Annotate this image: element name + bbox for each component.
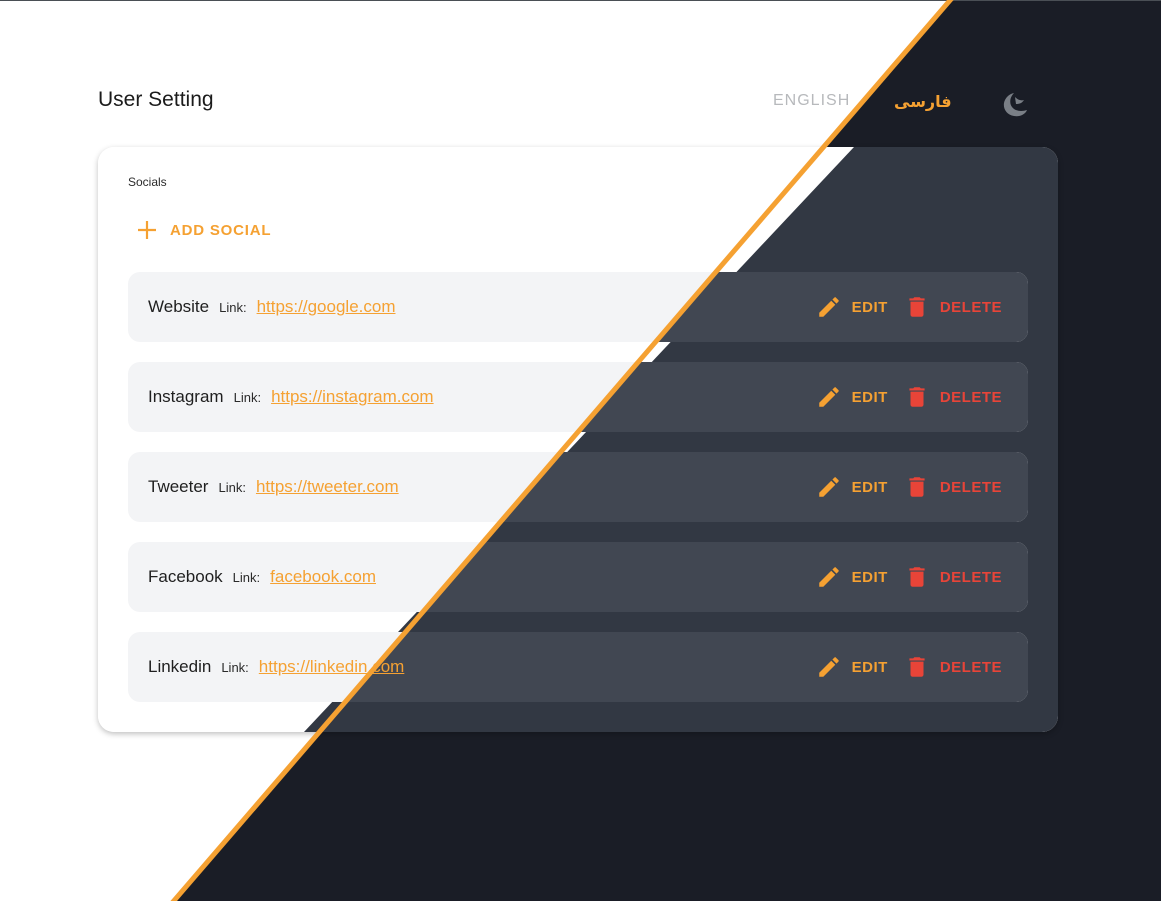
trash-icon xyxy=(909,297,925,317)
social-row: Instagram Link: https://instagram.com ED… xyxy=(128,362,1028,432)
pencil-icon xyxy=(818,657,839,677)
trash-icon xyxy=(909,387,925,407)
delete-button[interactable]: DELETE xyxy=(904,294,1002,320)
trash-icon xyxy=(909,657,925,677)
social-url-link[interactable]: https://linkedin.com xyxy=(259,657,405,677)
edit-button[interactable]: EDIT xyxy=(816,654,888,680)
social-name: Facebook xyxy=(148,567,223,586)
page-title: User Setting xyxy=(98,88,214,111)
pencil-icon xyxy=(818,387,839,407)
pencil-icon xyxy=(818,477,839,497)
link-label: Link: xyxy=(219,299,247,315)
edit-button[interactable]: EDIT xyxy=(816,474,888,500)
edit-button[interactable]: EDIT xyxy=(816,384,888,410)
add-social-label: ADD SOCIAL xyxy=(170,221,272,239)
delete-label: DELETE xyxy=(939,478,1002,496)
card-content: Socials ADD SOCIAL Website Link: https:/… xyxy=(98,147,1058,732)
plus-icon xyxy=(138,221,156,239)
social-row: Facebook Link: facebook.com EDIT DELETE xyxy=(128,542,1028,612)
social-row: Website Link: https://google.com EDIT DE… xyxy=(128,272,1028,342)
social-name: Tweeter xyxy=(148,477,209,496)
edit-label: EDIT xyxy=(851,658,888,676)
edit-button[interactable]: EDIT xyxy=(816,564,888,590)
edit-button[interactable]: EDIT xyxy=(816,294,888,320)
section-label: Socials xyxy=(128,175,167,189)
delete-label: DELETE xyxy=(939,568,1002,586)
delete-button[interactable]: DELETE xyxy=(904,384,1002,410)
delete-label: DELETE xyxy=(939,298,1002,316)
delete-button[interactable]: DELETE xyxy=(904,654,1002,680)
link-label: Link: xyxy=(232,569,261,585)
social-row: Linkedin Link: https://linkedin.com EDIT… xyxy=(128,632,1028,702)
language-english-button[interactable]: ENGLISH xyxy=(773,92,850,110)
trash-icon xyxy=(909,567,925,587)
social-name: Instagram xyxy=(148,387,224,406)
link-label: Link: xyxy=(233,389,262,405)
delete-button[interactable]: DELETE xyxy=(904,474,1002,500)
row-actions: EDIT DELETE xyxy=(816,452,1002,522)
settings-page: User Setting ENGLISH فارسی Socials ADD S… xyxy=(0,0,1161,901)
language-farsi-button[interactable]: فارسی xyxy=(894,92,952,112)
theme-toggle-button[interactable] xyxy=(1000,89,1030,119)
socials-card: Socials ADD SOCIAL Website Link: https:/… xyxy=(98,147,1058,732)
top-border xyxy=(0,0,1161,1)
edit-label: EDIT xyxy=(851,568,888,586)
moon-icon xyxy=(1003,93,1027,117)
edit-label: EDIT xyxy=(851,478,888,496)
social-name: Website xyxy=(148,297,210,316)
row-actions: EDIT DELETE xyxy=(816,632,1002,702)
social-url-link[interactable]: https://instagram.com xyxy=(271,387,434,407)
social-row: Tweeter Link: https://tweeter.com EDIT D… xyxy=(128,452,1028,522)
link-label: Link: xyxy=(221,659,249,675)
row-actions: EDIT DELETE xyxy=(816,362,1002,432)
row-actions: EDIT DELETE xyxy=(816,272,1002,342)
delete-label: DELETE xyxy=(939,658,1002,676)
pencil-icon xyxy=(818,567,839,587)
edit-label: EDIT xyxy=(851,388,888,406)
add-social-button[interactable]: ADD SOCIAL xyxy=(134,217,271,243)
social-url-link[interactable]: https://tweeter.com xyxy=(256,477,399,497)
pencil-icon xyxy=(818,297,839,317)
row-actions: EDIT DELETE xyxy=(816,542,1002,612)
edit-label: EDIT xyxy=(851,298,888,316)
social-url-link[interactable]: https://google.com xyxy=(257,297,396,317)
social-url-link[interactable]: facebook.com xyxy=(270,567,376,587)
trash-icon xyxy=(909,477,925,497)
social-name: Linkedin xyxy=(148,657,212,676)
delete-label: DELETE xyxy=(939,388,1002,406)
delete-button[interactable]: DELETE xyxy=(904,564,1002,590)
link-label: Link: xyxy=(218,479,246,495)
